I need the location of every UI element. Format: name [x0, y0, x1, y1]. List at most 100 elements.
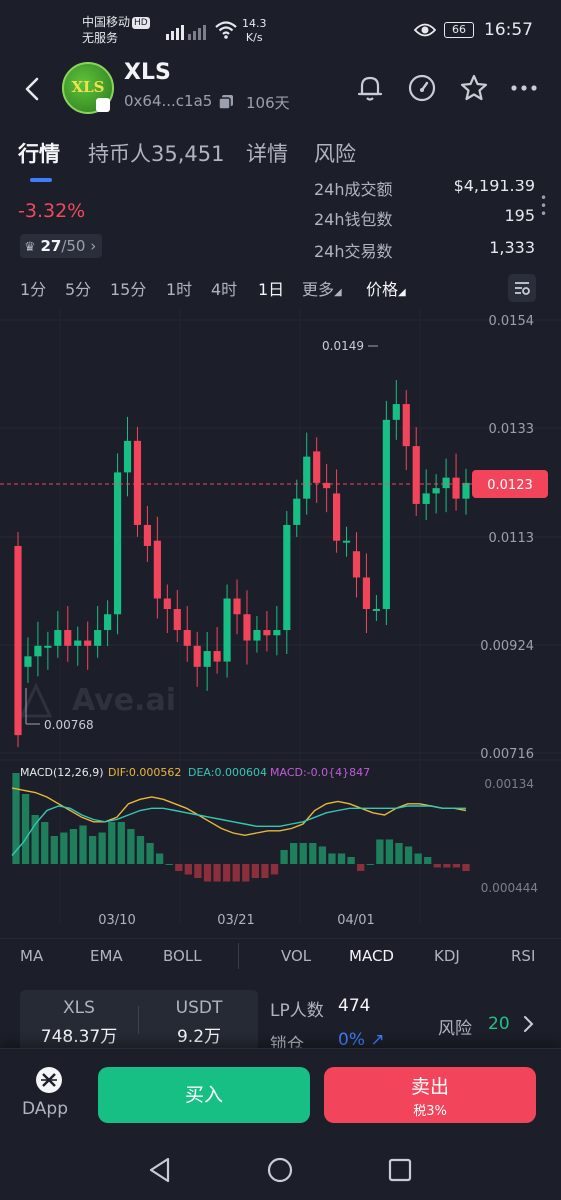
macd-histogram-bar: [404, 846, 413, 864]
macd-histogram-bar: [280, 850, 288, 864]
tf-4h[interactable]: 4时: [211, 276, 237, 300]
stat-trades-label: 24h交易数: [314, 242, 393, 261]
x-axis-label: 04/01: [337, 913, 374, 928]
ind-macd[interactable]: MACD: [349, 947, 394, 965]
macd-histogram-bar: [108, 822, 116, 864]
candle-body: [372, 609, 380, 612]
star-icon[interactable]: [458, 72, 490, 104]
gauge-icon[interactable]: [406, 72, 438, 104]
buy-button[interactable]: 买入: [98, 1067, 310, 1123]
candle-body: [332, 493, 341, 541]
tf-15m[interactable]: 15分: [110, 276, 146, 300]
candle-body: [382, 419, 390, 610]
bell-icon[interactable]: [354, 72, 386, 104]
token-age: 106天: [246, 94, 290, 112]
pool-token-a: XLS 748.37万: [40, 998, 118, 1047]
carrier-info: 中国移动 HD 无服务: [82, 14, 150, 46]
ind-vol[interactable]: VOL: [281, 947, 311, 965]
macd-histogram-bar: [98, 832, 106, 864]
wifi-icon: [215, 21, 237, 39]
candle-body: [14, 545, 22, 736]
external-link-icon: ↗: [370, 1030, 385, 1050]
more-icon[interactable]: [508, 72, 540, 104]
dapp-label[interactable]: DApp: [22, 1099, 68, 1119]
macd-histogram-bar: [175, 864, 183, 871]
stat-volume-value: $4,191.39: [453, 180, 535, 195]
nav-back-icon[interactable]: [146, 1156, 174, 1184]
macd-histogram-bar: [261, 864, 269, 878]
token-symbol: XLS: [124, 60, 171, 85]
more-vertical-icon[interactable]: • • •: [540, 192, 547, 220]
macd-histogram-bar: [337, 853, 346, 864]
eye-comfort-icon: [414, 23, 436, 37]
caret-down-icon: ◢: [334, 287, 342, 298]
dapp-icon[interactable]: [36, 1067, 62, 1093]
candle-body: [263, 630, 271, 636]
macd-histogram-bar: [223, 864, 231, 882]
service-status: 无服务: [82, 31, 119, 45]
tab-details[interactable]: 详情: [246, 138, 288, 168]
candle-body: [362, 577, 371, 610]
settings-icon: [515, 282, 530, 295]
back-arrow-icon[interactable]: [18, 72, 48, 106]
chart-settings-button[interactable]: [508, 274, 536, 302]
ind-ema[interactable]: EMA: [90, 947, 123, 965]
liquidity-pool: XLS 748.37万 USDT 9.2万: [20, 990, 258, 1050]
macd-histogram-bar: [136, 836, 145, 864]
chevron-right-icon[interactable]: [520, 1014, 536, 1034]
candle-body: [432, 488, 440, 494]
ind-boll[interactable]: BOLL: [163, 947, 202, 965]
lp-holders-label: LP人数: [270, 1001, 324, 1021]
nav-recents-icon[interactable]: [386, 1156, 414, 1184]
candle-body: [273, 630, 281, 636]
ind-rsi[interactable]: RSI: [511, 947, 535, 965]
main-tabs: 行情 持币人35,451 详情 风险: [0, 130, 561, 182]
hd-badge: HD: [132, 16, 150, 29]
tf-5m[interactable]: 5分: [65, 276, 91, 300]
system-nav-bar: [0, 1140, 561, 1200]
ind-ma[interactable]: MA: [20, 947, 43, 965]
lock-link[interactable]: 0% ↗: [338, 1030, 385, 1050]
risk-label[interactable]: 风险: [438, 1014, 472, 1039]
nav-home-icon[interactable]: [266, 1156, 294, 1184]
macd-value-label: MACD:-0.0{4}847: [270, 766, 370, 779]
sell-button[interactable]: 卖出 税3%: [324, 1067, 536, 1123]
macd-histogram-bar: [194, 864, 202, 878]
candle-body: [183, 630, 191, 646]
tf-more-dropdown[interactable]: 更多◢: [302, 276, 342, 300]
tab-holders[interactable]: 持币人35,451: [88, 138, 224, 168]
candlestick-chart[interactable]: 0.0154 0.0133 0.0113 0.00924 0.00716 Ave.ai 0.…: [0, 308, 561, 928]
tf-1d[interactable]: 1日: [258, 276, 284, 300]
candle-body: [342, 540, 351, 543]
token-header: XLS XLS 0x64...c1a5 106天: [0, 60, 561, 120]
copy-icon[interactable]: [218, 94, 234, 110]
price-mode-dropdown[interactable]: 价格◢: [366, 276, 406, 300]
clock: 16:57: [484, 20, 533, 40]
candle-body: [303, 456, 311, 499]
pool-divider: [138, 1006, 139, 1034]
stat-volume-label: 24h成交额: [314, 180, 393, 199]
candle-body: [402, 404, 410, 447]
macd-histogram-bar: [213, 864, 221, 882]
stat-trades-value: 1,333: [489, 238, 535, 257]
ind-kdj[interactable]: KDJ: [434, 947, 460, 965]
candle-body: [173, 609, 181, 631]
macd-histogram-bar: [433, 864, 441, 868]
macd-histogram-bar: [146, 843, 154, 864]
tf-1h[interactable]: 1时: [166, 276, 192, 300]
rank-badge[interactable]: ♛ 27/50 ›: [20, 234, 103, 258]
macd-y-label: 0.00134: [484, 777, 534, 791]
candle-body: [84, 640, 92, 646]
token-logo-text: XLS: [71, 78, 105, 96]
chart-canvas[interactable]: 0.01540.01330.01130.009240.00716Ave.ai0.…: [0, 308, 561, 928]
tab-market[interactable]: 行情: [18, 138, 60, 168]
carrier-name: 中国移动: [82, 15, 131, 29]
risk-score[interactable]: 20: [488, 1014, 510, 1034]
sell-tax-label: 税3%: [413, 1104, 447, 1119]
candle-body: [34, 645, 42, 657]
macd-histogram-bar: [242, 864, 250, 882]
candle-body: [452, 477, 460, 499]
tf-1m[interactable]: 1分: [20, 276, 46, 300]
tab-risk[interactable]: 风险: [314, 138, 356, 168]
candle-body: [123, 440, 132, 473]
